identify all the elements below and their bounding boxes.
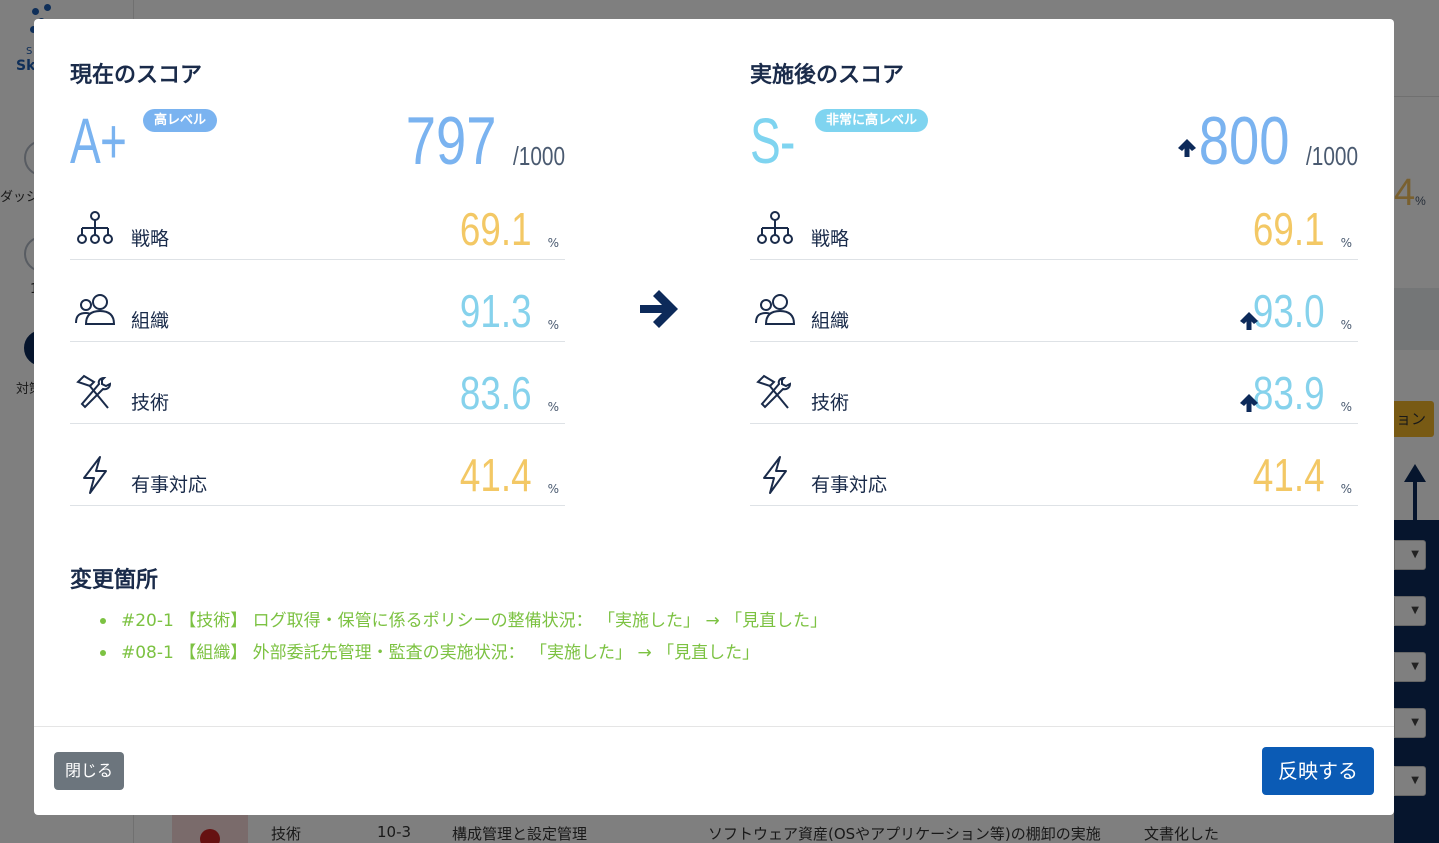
after-level-badge: 非常に高レベル [815, 109, 929, 132]
metric-row-4: 有事対応 41.4% [750, 446, 1358, 506]
tools-icon [754, 372, 796, 414]
metric-label: 組織 [811, 310, 850, 332]
close-button[interactable]: 閉じる [54, 752, 124, 790]
metric-unit: % [547, 482, 559, 496]
up-arrow-icon [1238, 392, 1260, 414]
people-icon [754, 290, 796, 332]
metric-label: 有事対応 [811, 474, 888, 496]
current-score-value: 797 [405, 103, 496, 179]
tools-icon [74, 372, 116, 414]
metric-row-1: 戦略 69.1% [70, 200, 565, 260]
metric-unit: % [1340, 236, 1352, 250]
metric-row-3: 技術 83.9% [750, 364, 1358, 424]
change-item: #08-1 【組織】 外部委託先管理・監査の実施状況： 「実施した」 → 「見直… [100, 640, 827, 672]
metric-unit: % [1340, 482, 1352, 496]
metric-value: 41.4 [460, 449, 532, 501]
metric-label: 組織 [131, 310, 170, 332]
org-chart-icon [74, 208, 116, 250]
modal-footer-divider [34, 726, 1394, 727]
current-score-title: 現在のスコア [70, 63, 203, 88]
after-score-value: 800 [1198, 103, 1289, 179]
metric-value: 83.6 [460, 367, 532, 419]
after-score-title: 実施後のスコア [750, 63, 905, 88]
changes-list: #20-1 【技術】 ログ取得・保管に係るポリシーの整備状況： 「実施した」 →… [100, 608, 827, 672]
metric-value: 69.1 [460, 203, 532, 255]
up-arrow-icon [1178, 139, 1196, 157]
lightning-icon [754, 454, 796, 496]
metric-unit: % [547, 318, 559, 332]
metric-row-1: 戦略 69.1% [750, 200, 1358, 260]
current-level-badge: 高レベル [143, 109, 218, 132]
after-grade: S- [750, 105, 795, 177]
metric-row-3: 技術 83.6% [70, 364, 565, 424]
org-chart-icon [754, 208, 796, 250]
people-icon [74, 290, 116, 332]
metric-unit: % [547, 400, 559, 414]
metric-row-4: 有事対応 41.4% [70, 446, 565, 506]
metric-unit: % [547, 236, 559, 250]
changes-title: 変更箇所 [70, 568, 159, 593]
metric-label: 技術 [811, 392, 850, 414]
metric-value: 91.3 [460, 285, 532, 337]
metric-label: 技術 [131, 392, 170, 414]
metric-label: 戦略 [811, 228, 850, 250]
current-grade: A+ [70, 105, 127, 177]
metric-unit: % [1340, 318, 1352, 332]
arrow-right-icon [640, 290, 678, 328]
score-simulation-modal: 現在のスコア A+ 高レベル 797 /1000 戦略 69.1% 組織 91.3% 技… [34, 19, 1394, 815]
lightning-icon [74, 454, 116, 496]
metric-label: 戦略 [131, 228, 170, 250]
apply-button[interactable]: 反映する [1262, 747, 1374, 795]
metric-value: 83.9 [1253, 367, 1325, 419]
metric-value: 93.0 [1253, 285, 1325, 337]
current-score-max: /1000 [512, 141, 565, 171]
after-score-max: /1000 [1305, 141, 1358, 171]
metric-value: 41.4 [1253, 449, 1325, 501]
metric-unit: % [1340, 400, 1352, 414]
metric-value: 69.1 [1253, 203, 1325, 255]
up-arrow-icon [1238, 310, 1260, 332]
metric-row-2: 組織 91.3% [70, 282, 565, 342]
metric-row-2: 組織 93.0% [750, 282, 1358, 342]
metric-label: 有事対応 [131, 474, 208, 496]
change-item: #20-1 【技術】 ログ取得・保管に係るポリシーの整備状況： 「実施した」 →… [100, 608, 827, 640]
